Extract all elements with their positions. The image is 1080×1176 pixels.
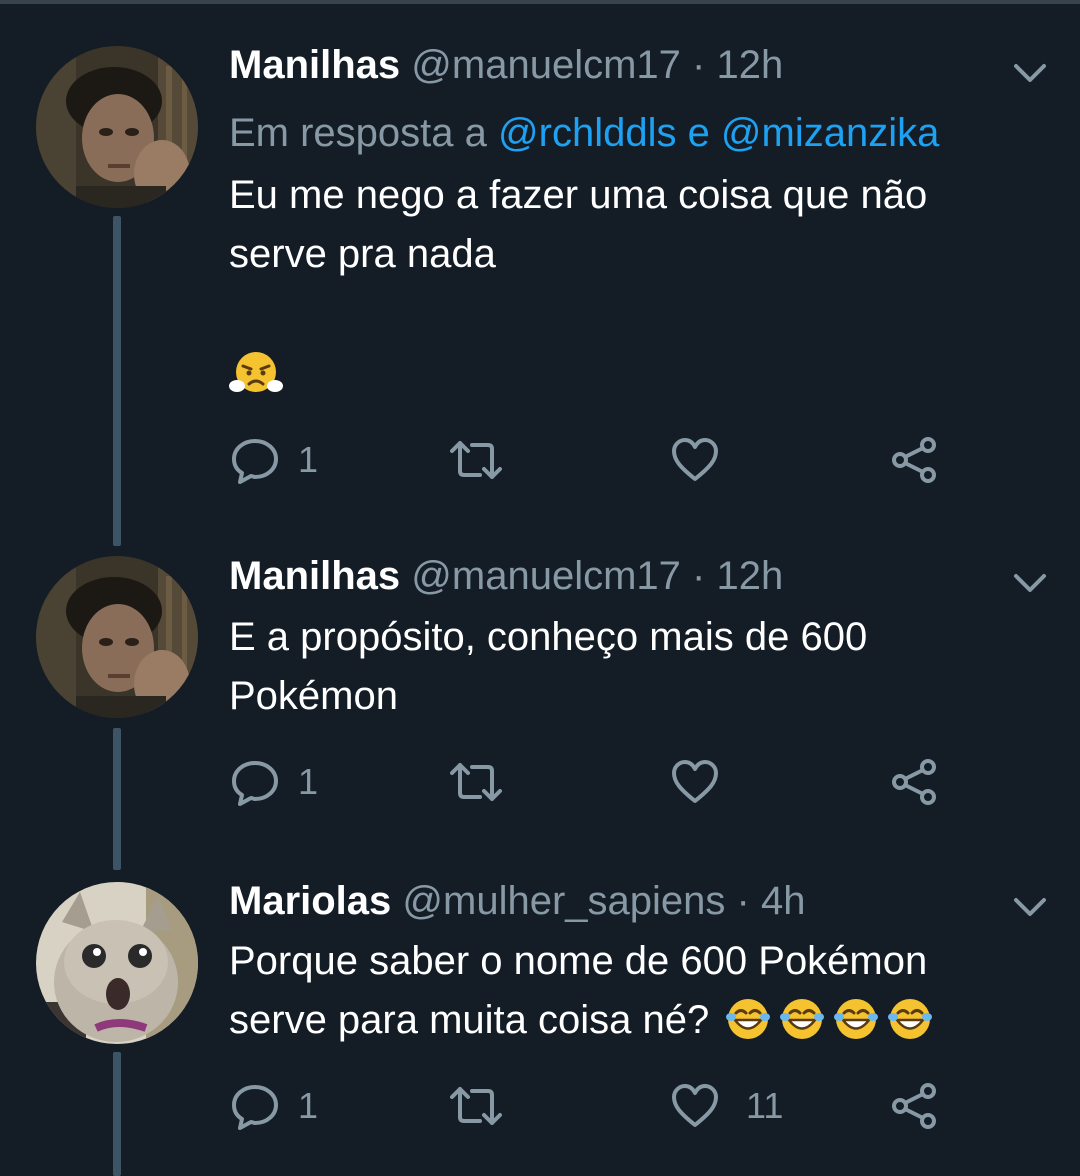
like-button[interactable] [670,430,738,490]
chevron-down-icon[interactable] [1008,58,1052,88]
share-icon [890,435,940,485]
reply-button[interactable]: 1 [230,430,318,490]
tweet-text-line: Eu me nego a fazer uma coisa que não [229,173,928,217]
avatar[interactable] [36,46,198,208]
display-name[interactable]: Mariolas [229,879,391,923]
chevron-down-icon[interactable] [1008,568,1052,598]
display-name[interactable]: Manilhas [229,43,400,87]
tweet-header: Manilhas @manuelcm17 · 12h [229,551,783,601]
retweet-button[interactable] [448,752,522,812]
like-button[interactable]: 11 [670,1076,783,1136]
retweet-icon [448,435,504,485]
reply-context: Em resposta a @rchlddls e @mizanzika [229,108,939,158]
heart-icon [670,435,720,485]
tweet-actions: 1 11 [0,1076,1080,1136]
user-handle[interactable]: @manuelcm17 [411,43,681,87]
tweet-text: Eu me nego a fazer uma coisa que não ser… [229,166,1029,284]
tweet-actions: 1 [0,752,1080,812]
avatar[interactable] [36,556,198,718]
timestamp[interactable]: 4h [761,879,806,923]
reply-button[interactable]: 1 [230,1076,318,1136]
tears-of-joy-emoji [726,997,936,1058]
retweet-icon [448,1081,504,1131]
tweet-text-line: serve para muita coisa né? [229,991,1049,1058]
share-icon [890,1081,940,1131]
tweet-text-line: Pokémon [229,674,398,718]
timestamp[interactable]: 12h [716,43,783,87]
tweet[interactable]: Manilhas @manuelcm17 · 12h E a propósito… [0,530,1080,860]
tweet-text-segment: serve para muita coisa né? [229,998,710,1042]
tweet-header: Manilhas @manuelcm17 · 12h [229,40,783,90]
tweet-header: Mariolas @mulher_sapiens · 4h [229,876,806,926]
tweet-text: E a propósito, conheço mais de 600 Pokém… [229,608,1029,726]
share-button[interactable] [890,752,940,812]
reply-count: 1 [298,439,319,480]
tweet-actions: 1 [0,430,1080,490]
tweet[interactable]: Mariolas @mulher_sapiens · 4h Porque sab… [0,860,1080,1176]
tweet-text-line: serve pra nada [229,232,496,276]
reply-count: 1 [298,761,319,802]
reply-button[interactable]: 1 [230,752,318,812]
tweet-text: Porque saber o nome de 600 Pokémon serve… [229,932,1049,1058]
retweet-icon [448,757,504,807]
retweet-button[interactable] [448,1076,522,1136]
retweet-button[interactable] [448,430,522,490]
share-button[interactable] [890,430,940,490]
heart-icon [670,1081,720,1131]
reply-prefix: Em resposta a [229,111,487,155]
timestamp[interactable]: 12h [716,554,783,598]
like-button[interactable] [670,752,738,812]
user-handle[interactable]: @manuelcm17 [411,554,681,598]
avatar[interactable] [36,882,198,1044]
reply-icon [230,757,280,807]
display-name[interactable]: Manilhas [229,554,400,598]
tweet[interactable]: Manilhas @manuelcm17 · 12h Em resposta a… [0,0,1080,530]
user-handle[interactable]: @mulher_sapiens [402,879,725,923]
triumph-face-emoji [229,348,283,398]
reply-icon [230,1081,280,1131]
tweet-text-line: E a propósito, conheço mais de 600 [229,615,868,659]
separator-dot: · [692,554,706,598]
like-count: 11 [746,1085,784,1126]
reply-count: 1 [298,1085,319,1126]
reply-icon [230,435,280,485]
separator-dot: · [736,879,750,923]
reply-mentions[interactable]: @rchlddls e @mizanzika [498,111,939,155]
tweet-text-line: Porque saber o nome de 600 Pokémon [229,939,928,983]
chevron-down-icon[interactable] [1008,892,1052,922]
share-button[interactable] [890,1076,940,1136]
share-icon [890,757,940,807]
heart-icon [670,757,720,807]
separator-dot: · [692,43,706,87]
